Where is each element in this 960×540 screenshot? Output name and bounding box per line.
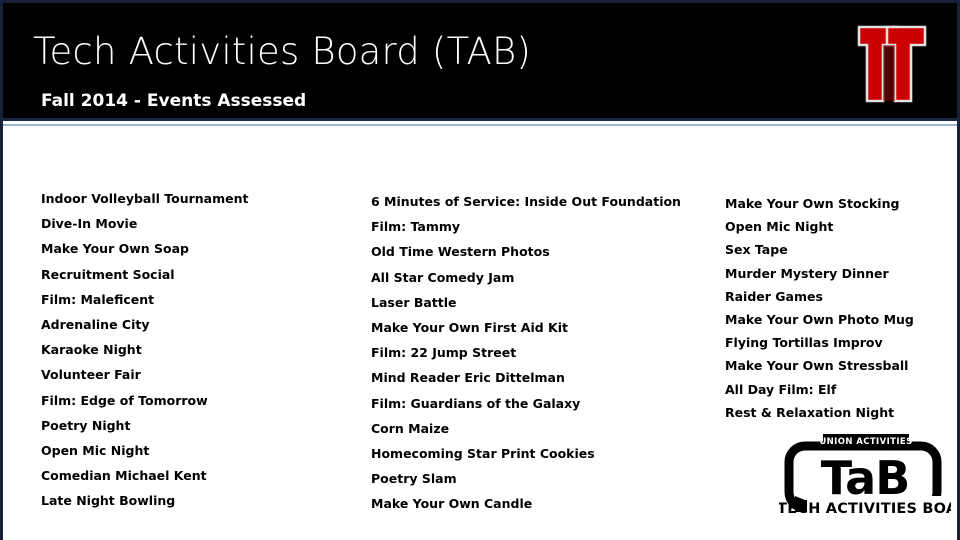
list-item: Make Your Own Candle bbox=[371, 496, 533, 512]
list-item: Adrenaline City bbox=[41, 317, 150, 333]
list-item: Rest & Relaxation Night bbox=[725, 404, 895, 420]
list-item: Film: Edge of Tomorrow bbox=[41, 392, 208, 408]
list-item: Poetry Night bbox=[41, 417, 131, 433]
list-item: Film: Tammy bbox=[371, 219, 461, 235]
list-item: Corn Maize bbox=[371, 420, 450, 436]
events-column-3: Make Your Own Stocking Open Mic Night Se… bbox=[725, 192, 955, 424]
list-item: Recruitment Social bbox=[41, 266, 175, 282]
list-item: Film: 22 Jump Street bbox=[371, 345, 517, 361]
list-item: Make Your Own Soap bbox=[41, 241, 189, 257]
list-item: All Day Film: Elf bbox=[725, 381, 837, 397]
slide: Tech Activities Board (TAB) Fall 2014 - … bbox=[0, 0, 960, 540]
list-item: Old Time Western Photos bbox=[371, 244, 550, 260]
list-item: Film: Guardians of the Galaxy bbox=[371, 395, 581, 411]
list-item: Murder Mystery Dinner bbox=[725, 265, 889, 281]
list-item: Laser Battle bbox=[371, 294, 457, 310]
list-item: Comedian Michael Kent bbox=[41, 468, 207, 484]
page-subtitle: Fall 2014 - Events Assessed bbox=[41, 91, 307, 111]
events-column-1: Indoor Volleyball Tournament Dive-In Mov… bbox=[41, 186, 361, 514]
events-column-2: 6 Minutes of Service: Inside Out Foundat… bbox=[371, 189, 711, 517]
list-item: Make Your Own First Aid Kit bbox=[371, 320, 568, 336]
list-item: Make Your Own Stressball bbox=[725, 358, 909, 374]
header-underline bbox=[3, 124, 957, 126]
list-item: 6 Minutes of Service: Inside Out Foundat… bbox=[371, 194, 681, 209]
list-item: Make Your Own Stocking bbox=[725, 196, 900, 211]
tab-logo-banner-text: UNION ACTIVITIES bbox=[819, 437, 912, 447]
list-item: Flying Tortillas Improv bbox=[725, 335, 883, 351]
list-item: Open Mic Night bbox=[41, 443, 150, 459]
list-item: Mind Reader Eric Dittelman bbox=[371, 370, 565, 386]
list-item: Homecoming Star Print Cookies bbox=[371, 446, 595, 462]
list-item: Volunteer Fair bbox=[41, 367, 141, 383]
list-item: Indoor Volleyball Tournament bbox=[41, 191, 249, 206]
list-item: Film: Maleficent bbox=[41, 291, 155, 307]
list-item: All Star Comedy Jam bbox=[371, 269, 515, 285]
list-item: Poetry Slam bbox=[371, 471, 457, 487]
page-title: Tech Activities Board (TAB) bbox=[33, 30, 532, 73]
list-item: Raider Games bbox=[725, 288, 823, 304]
list-item: Karaoke Night bbox=[41, 342, 142, 358]
list-item: Late Night Bowling bbox=[41, 493, 176, 509]
texas-tech-double-t-logo bbox=[857, 25, 927, 103]
tab-logo: UNION ACTIVITIES TaB TECH ACTIVITIES BOA… bbox=[779, 434, 951, 518]
tab-logo-bottom-text: TECH ACTIVITIES BOARD bbox=[779, 501, 951, 517]
list-item: Sex Tape bbox=[725, 242, 788, 258]
list-item: Open Mic Night bbox=[725, 219, 834, 235]
list-item: Make Your Own Photo Mug bbox=[725, 312, 914, 328]
list-item: Dive-In Movie bbox=[41, 216, 138, 232]
